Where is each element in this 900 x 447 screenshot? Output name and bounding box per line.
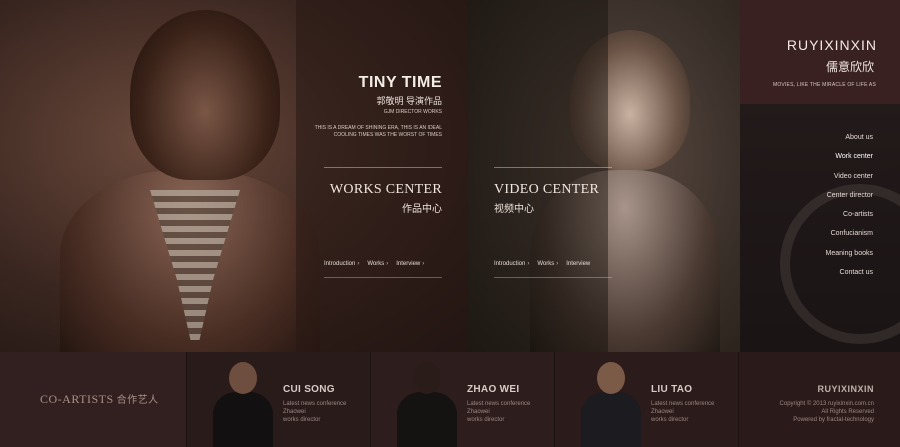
tiny-time-block[interactable]: TINY TIME 郭敬明 导演作品 GJM DIRECTOR WORKS TH… (296, 74, 442, 139)
video-center-section: VIDEO CENTER 视频中心 Introduction › Works › I… (494, 167, 612, 278)
site-motto: MOVIES, LIKE THE MIRACLE OF LIFE AS (772, 82, 876, 88)
nav-list: About us Work center Video center Center… (826, 133, 873, 287)
divider (324, 167, 442, 168)
divider (494, 167, 612, 168)
chevron-right-icon: › (422, 261, 425, 267)
chevron-right-icon: › (556, 261, 559, 267)
works-center-title[interactable]: WORKS CENTER (324, 182, 442, 198)
artist-info: Latest news conference Zhaowei works dir… (283, 401, 347, 423)
artist-info: Latest news conference Zhaowei works dir… (651, 401, 715, 423)
sidebar: RUYIXINXIN 儒意欣欣 MOVIES, LIKE THE MIRACLE… (740, 0, 900, 352)
video-center-title[interactable]: VIDEO CENTER (494, 182, 612, 198)
chevron-right-icon: › (357, 261, 360, 267)
artist-card-liu-tao[interactable]: LIU TAO Latest news conference Zhaowei w… (554, 352, 739, 447)
logo-text-cn[interactable]: 儒意欣欣 (826, 58, 874, 75)
chevron-right-icon: › (527, 261, 530, 267)
tiny-time-title[interactable]: TINY TIME (296, 74, 442, 92)
artist-name[interactable]: LIU TAO (651, 384, 692, 395)
tiny-time-subtitle-en: GJM DIRECTOR WORKS (383, 109, 442, 115)
co-artists-heading-cell[interactable]: CO-ARTISTS 合作艺人 (0, 352, 186, 447)
video-link-introduction[interactable]: Introduction › (494, 261, 529, 267)
works-link-introduction[interactable]: Introduction › (324, 261, 359, 267)
divider (324, 277, 442, 278)
tiny-time-description: THIS IS A DREAM OF SHINING ERA, THIS IS … (296, 125, 442, 139)
tiny-time-desc-line2: COOLING TIMES WAS THE WORST OF TIMES (333, 132, 442, 138)
artist-photo[interactable] (579, 362, 643, 447)
artist-photo[interactable] (211, 362, 275, 447)
co-artists-title-cn: 合作艺人 (116, 395, 159, 406)
works-link-interview[interactable]: Interview › (396, 261, 424, 267)
artist-card-cui-song[interactable]: CUI SONG Latest news conference Zhaowei … (186, 352, 371, 447)
video-center-title-cn: 视频中心 (494, 204, 534, 215)
artist-name[interactable]: ZHAO WEI (467, 384, 519, 395)
video-link-interview[interactable]: Interview (566, 261, 590, 267)
nav-item-about-us[interactable]: About us (826, 133, 873, 152)
actress-left-head (130, 10, 280, 180)
nav-item-contact-us[interactable]: Contact us (826, 268, 873, 287)
nav-item-work-center[interactable]: Work center (826, 152, 873, 171)
works-links: Introduction › Works › Interview › (324, 261, 442, 267)
footer-brand: RUYIXINXIN (817, 384, 874, 394)
works-center-title-cn: 作品中心 (402, 204, 442, 215)
works-center-section: WORKS CENTER 作品中心 Introduction › Works › I… (324, 167, 442, 278)
artist-name[interactable]: CUI SONG (283, 384, 335, 395)
artist-card-zhao-wei[interactable]: ZHAO WEI Latest news conference Zhaowei … (370, 352, 555, 447)
co-artists-title[interactable]: CO-ARTISTS 合作艺人 (40, 391, 159, 407)
video-link-works[interactable]: Works › (537, 261, 558, 267)
nav-item-co-artists[interactable]: Co-artists (826, 210, 873, 229)
chevron-right-icon: › (386, 261, 389, 267)
divider (494, 277, 612, 278)
nav-item-center-director[interactable]: Center director (826, 191, 873, 210)
nav-item-confucianism[interactable]: Confucianism (826, 229, 873, 248)
tiny-time-desc-line1: THIS IS A DREAM OF SHINING ERA, THIS IS … (314, 125, 442, 131)
video-links: Introduction › Works › Interview (494, 261, 612, 267)
nav-item-meaning-books[interactable]: Meaning books (826, 249, 873, 268)
bottom-bar: CO-ARTISTS 合作艺人 CUI SONG Latest news conf… (0, 352, 900, 447)
artist-info: Latest news conference Zhaowei works dir… (467, 401, 531, 423)
tiny-time-subtitle-cn: 郭敬明 导演作品 (376, 96, 442, 106)
hero-banner: TINY TIME 郭敬明 导演作品 GJM DIRECTOR WORKS TH… (0, 0, 740, 352)
works-link-works[interactable]: Works › (367, 261, 388, 267)
footer-info: RUYIXINXIN Copyright © 2013 ruyixinxin.c… (738, 352, 900, 447)
artist-photo[interactable] (395, 362, 459, 447)
main-nav: About us Work center Video center Center… (740, 104, 900, 352)
logo-text-en[interactable]: RUYIXINXIN (787, 37, 877, 53)
nav-item-video-center[interactable]: Video center (826, 172, 873, 191)
logo-area[interactable]: RUYIXINXIN 儒意欣欣 MOVIES, LIKE THE MIRACLE… (740, 0, 900, 104)
copyright: Copyright © 2013 ruyixinxin.com.cn All R… (779, 401, 874, 423)
